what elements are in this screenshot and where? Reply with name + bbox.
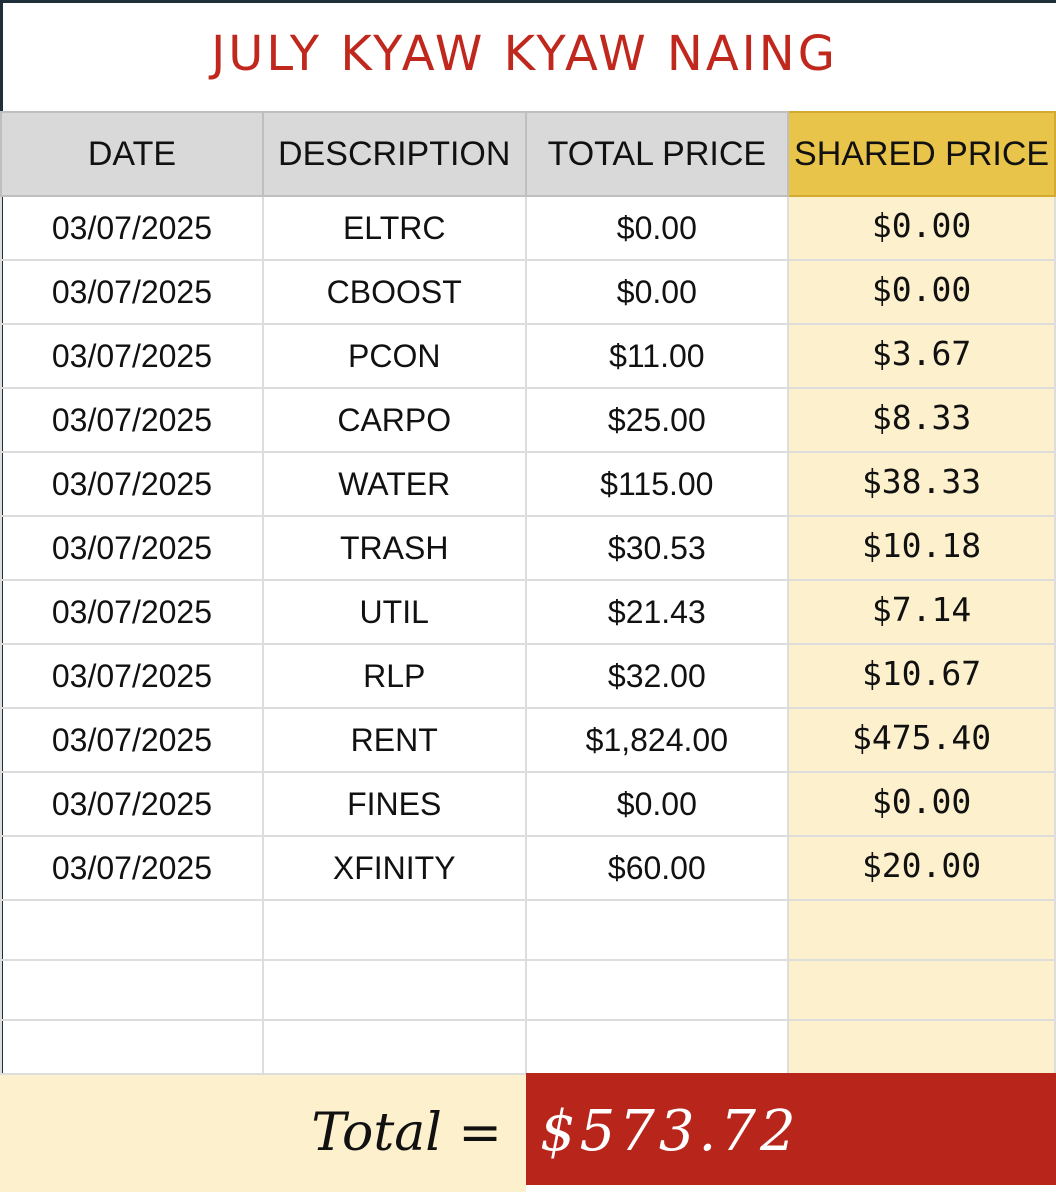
empty-cell[interactable] xyxy=(524,959,790,1021)
total-value: $573.72 xyxy=(540,1099,800,1164)
header-description[interactable]: DESCRIPTION xyxy=(261,111,527,197)
table-row: 03/07/2025 FINES $0.00 $0.00 xyxy=(0,771,1056,837)
empty-row xyxy=(0,1019,1056,1081)
cell-date[interactable]: 03/07/2025 xyxy=(0,323,264,389)
cell-date[interactable]: 03/07/2025 xyxy=(0,707,264,773)
cell-total-price[interactable]: $1,824.00 xyxy=(524,707,790,773)
empty-cell[interactable] xyxy=(261,1019,527,1081)
empty-cell[interactable] xyxy=(0,899,264,961)
empty-cell[interactable] xyxy=(524,899,790,961)
cell-date[interactable]: 03/07/2025 xyxy=(0,771,264,837)
cell-total-price[interactable]: $60.00 xyxy=(524,835,790,901)
table-row: 03/07/2025 XFINITY $60.00 $20.00 xyxy=(0,835,1056,901)
cell-date[interactable]: 03/07/2025 xyxy=(0,259,264,325)
cell-description[interactable]: CBOOST xyxy=(261,259,527,325)
cell-shared-price[interactable]: $0.00 xyxy=(787,259,1056,325)
cell-total-price[interactable]: $25.00 xyxy=(524,387,790,453)
cell-date[interactable]: 03/07/2025 xyxy=(0,579,264,645)
table-row: 03/07/2025 PCON $11.00 $3.67 xyxy=(0,323,1056,389)
table-row: 03/07/2025 RENT $1,824.00 $475.40 xyxy=(0,707,1056,773)
header-shared-price[interactable]: SHARED PRICE xyxy=(787,111,1056,197)
table-body: 03/07/2025 ELTRC $0.00 $0.00 03/07/2025 CBOOS… xyxy=(0,195,1056,1141)
table-row: 03/07/2025 TRASH $30.53 $10.18 xyxy=(0,515,1056,581)
cell-shared-price[interactable]: $10.18 xyxy=(787,515,1056,581)
empty-cell[interactable] xyxy=(524,1019,790,1081)
table-row: 03/07/2025 CARPO $25.00 $8.33 xyxy=(0,387,1056,453)
cell-description[interactable]: PCON xyxy=(261,323,527,389)
empty-row xyxy=(0,959,1056,1021)
cell-description[interactable]: CARPO xyxy=(261,387,527,453)
table-row: 03/07/2025 ELTRC $0.00 $0.00 xyxy=(0,195,1056,261)
cell-date[interactable]: 03/07/2025 xyxy=(0,387,264,453)
cell-date[interactable]: 03/07/2025 xyxy=(0,195,264,261)
cell-shared-price[interactable]: $10.67 xyxy=(787,643,1056,709)
total-label: Total = xyxy=(311,1103,502,1163)
cell-shared-price[interactable]: $8.33 xyxy=(787,387,1056,453)
empty-cell[interactable] xyxy=(0,1019,264,1081)
cell-date[interactable]: 03/07/2025 xyxy=(0,643,264,709)
cell-total-price[interactable]: $21.43 xyxy=(524,579,790,645)
empty-cell[interactable] xyxy=(787,959,1056,1021)
cell-date[interactable]: 03/07/2025 xyxy=(0,835,264,901)
empty-cell[interactable] xyxy=(261,899,527,961)
header-date[interactable]: DATE xyxy=(0,111,264,197)
cell-total-price[interactable]: $115.00 xyxy=(524,451,790,517)
table-row: 03/07/2025 CBOOST $0.00 $0.00 xyxy=(0,259,1056,325)
table-row: 03/07/2025 WATER $115.00 $38.33 xyxy=(0,451,1056,517)
cell-description[interactable]: WATER xyxy=(261,451,527,517)
sheet-title: JULY KYAW KYAW NAING xyxy=(211,26,838,82)
cell-shared-price[interactable]: $0.00 xyxy=(787,195,1056,261)
cell-description[interactable]: UTIL xyxy=(261,579,527,645)
cell-total-price[interactable]: $0.00 xyxy=(524,771,790,837)
cell-shared-price[interactable]: $7.14 xyxy=(787,579,1056,645)
cell-description[interactable]: RENT xyxy=(261,707,527,773)
cell-description[interactable]: TRASH xyxy=(261,515,527,581)
total-row: Total = $573.72 xyxy=(0,1073,1056,1192)
cell-description[interactable]: XFINITY xyxy=(261,835,527,901)
cell-total-price[interactable]: $0.00 xyxy=(524,259,790,325)
cell-total-price[interactable]: $0.00 xyxy=(524,195,790,261)
table-row: 03/07/2025 UTIL $21.43 $7.14 xyxy=(0,579,1056,645)
header-row: DATE DESCRIPTION TOTAL PRICE SHARED PRIC… xyxy=(0,111,1056,197)
cell-date[interactable]: 03/07/2025 xyxy=(0,515,264,581)
cell-date[interactable]: 03/07/2025 xyxy=(0,451,264,517)
cell-total-price[interactable]: $30.53 xyxy=(524,515,790,581)
cell-shared-price[interactable]: $20.00 xyxy=(787,835,1056,901)
total-label-cell[interactable]: Total = xyxy=(0,1073,526,1192)
expense-table: DATE DESCRIPTION TOTAL PRICE SHARED PRIC… xyxy=(0,111,1056,1141)
cell-total-price[interactable]: $32.00 xyxy=(524,643,790,709)
cell-description[interactable]: RLP xyxy=(261,643,527,709)
empty-cell[interactable] xyxy=(0,959,264,1021)
total-value-cell[interactable]: $573.72 xyxy=(526,1073,1056,1185)
cell-description[interactable]: FINES xyxy=(261,771,527,837)
empty-cell[interactable] xyxy=(787,1019,1056,1081)
header-total-price[interactable]: TOTAL PRICE xyxy=(524,111,790,197)
cell-shared-price[interactable]: $0.00 xyxy=(787,771,1056,837)
table-row: 03/07/2025 RLP $32.00 $10.67 xyxy=(0,643,1056,709)
empty-row xyxy=(0,899,1056,961)
empty-cell[interactable] xyxy=(261,959,527,1021)
cell-total-price[interactable]: $11.00 xyxy=(524,323,790,389)
title-cell[interactable]: JULY KYAW KYAW NAING xyxy=(3,3,1056,111)
empty-cell[interactable] xyxy=(787,899,1056,961)
cell-shared-price[interactable]: $475.40 xyxy=(787,707,1056,773)
cell-shared-price[interactable]: $3.67 xyxy=(787,323,1056,389)
cell-description[interactable]: ELTRC xyxy=(261,195,527,261)
cell-shared-price[interactable]: $38.33 xyxy=(787,451,1056,517)
